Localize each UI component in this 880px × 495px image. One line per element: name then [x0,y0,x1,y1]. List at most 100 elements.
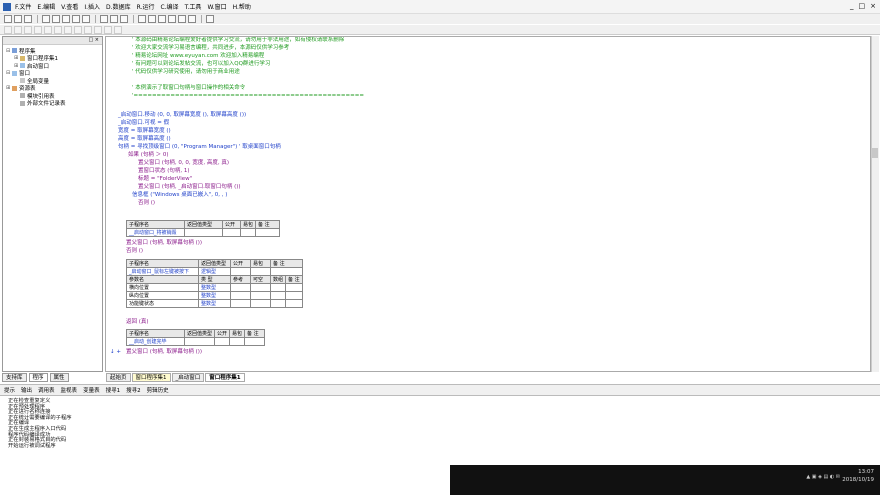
tab-start-window[interactable]: _启动窗口 [171,373,205,382]
debug-icon[interactable] [206,15,214,23]
tree-item-window-assembly[interactable]: ⊞ 窗口程序集1 [6,55,102,62]
table-cell[interactable]: 整数型 [198,299,231,308]
hspace-icon[interactable] [94,25,102,34]
table-cell[interactable] [269,291,287,300]
table-cell[interactable] [269,283,287,292]
table-cell[interactable] [250,267,271,276]
tab-window-assembly-active[interactable]: 窗口程序集1 [205,373,245,382]
tree-item-external-files[interactable]: 外部文件记录表 [6,100,102,107]
tray-icons[interactable]: ▲ ▣ ◈ ▤ ◐ ✉ [806,474,840,480]
tab-program[interactable]: 程序 [28,373,48,382]
align-right-icon[interactable] [24,25,32,34]
grid-icon[interactable] [120,15,128,23]
table-cell[interactable] [250,283,271,292]
save-icon[interactable] [24,15,32,23]
tab-search2[interactable]: 搜寻2 [126,386,141,394]
vspace-icon[interactable] [104,25,112,34]
table-cell[interactable] [214,337,231,346]
align-top-icon[interactable] [34,25,42,34]
tab-start-page[interactable]: 起始页 [106,373,131,382]
paste-icon[interactable] [62,15,70,23]
table-cell[interactable] [229,337,246,346]
table-cell[interactable] [222,228,241,237]
menu-help[interactable]: H.帮助 [233,2,251,11]
clock[interactable]: 13:07 2018/10/19 [842,468,874,484]
tab-properties[interactable]: 属性 [49,373,69,382]
table-cell[interactable] [184,228,223,237]
table-cell[interactable] [230,299,251,308]
cut-icon[interactable] [42,15,50,23]
tab-hint[interactable]: 提示 [4,386,15,394]
menu-view[interactable]: V.查看 [61,2,78,11]
table-cell[interactable] [269,299,287,308]
table-cell[interactable]: 横向位置 [126,283,199,292]
table-cell[interactable]: 功能键状态 [126,299,199,308]
panel-header[interactable]: □ × [3,37,102,45]
minimize-button[interactable]: _ [850,2,854,10]
run-icon[interactable] [138,15,146,23]
table-cell[interactable] [183,337,216,346]
maximize-button[interactable]: □ [859,2,866,10]
align-center-icon[interactable] [14,25,22,34]
table-cell[interactable]: __启动窗口_将被销毁 [126,228,185,237]
table-cell[interactable] [285,283,303,292]
tab-window-assembly[interactable]: 窗口程序集1 [131,373,171,382]
tab-watch[interactable]: 监视表 [61,386,78,394]
redo-icon[interactable] [82,15,90,23]
center-icon[interactable] [114,25,122,34]
table-cell[interactable]: 纵向位置 [126,291,199,300]
menu-edit[interactable]: E.编辑 [37,2,55,11]
same-width-icon[interactable] [64,25,72,34]
panel-icon[interactable] [110,15,118,23]
same-size-icon[interactable] [84,25,92,34]
step-over-icon[interactable] [168,15,176,23]
open-file-icon[interactable] [14,15,22,23]
table-cell[interactable]: __启动_创建完毕 [126,337,185,346]
close-button[interactable]: × [870,2,876,10]
menu-database[interactable]: D.数据库 [106,2,131,11]
tab-variables[interactable]: 变量表 [83,386,100,394]
menu-run[interactable]: R.运行 [137,2,155,11]
table-cell[interactable] [250,299,271,308]
menu-insert[interactable]: I.插入 [84,2,100,11]
scrollbar-thumb[interactable] [872,148,878,158]
menu-file[interactable]: F.文件 [15,2,31,11]
code-editor[interactable]: ' 本源码由精易论坛编程爱好者提供学习交流，请勿用于非法用途，如有侵权请联系删除… [105,36,871,372]
tab-output[interactable]: 输出 [21,386,32,394]
menu-compile[interactable]: C.编译 [160,2,178,11]
align-middle-icon[interactable] [44,25,52,34]
align-bottom-icon[interactable] [54,25,62,34]
table-cell[interactable] [285,299,303,308]
table-cell[interactable] [250,291,271,300]
copy-icon[interactable] [52,15,60,23]
stop-icon[interactable] [148,15,156,23]
table-cell[interactable] [255,228,281,237]
new-file-icon[interactable] [4,15,12,23]
step-out-icon[interactable] [178,15,186,23]
table-cell[interactable]: 整数型 [198,291,231,300]
table-cell[interactable] [230,291,251,300]
table-cell[interactable] [230,267,251,276]
table-cell[interactable] [285,291,303,300]
vertical-scrollbar[interactable] [871,36,879,372]
tab-call-stack[interactable]: 调用表 [38,386,55,394]
tree-item-window[interactable]: ⊟ 窗口 [6,70,102,77]
step-into-icon[interactable] [158,15,166,23]
tab-support-library[interactable]: 支持库 [2,373,27,382]
align-left-icon[interactable] [4,25,12,34]
tab-clip-history[interactable]: 剪辑历史 [147,386,169,394]
table-cell[interactable] [239,228,257,237]
layout-icon[interactable] [100,15,108,23]
undo-icon[interactable] [72,15,80,23]
menu-tools[interactable]: T.工具 [185,2,202,11]
menu-window[interactable]: W.窗口 [207,2,226,11]
table-cell[interactable]: 逻辑型 [198,267,231,276]
table-cell[interactable]: _启动窗口_鼠标左键被按下 [126,267,199,276]
same-height-icon[interactable] [74,25,82,34]
table-cell[interactable] [230,283,251,292]
table-cell[interactable]: 整数型 [198,283,231,292]
tab-search1[interactable]: 搜寻1 [106,386,121,394]
table-cell[interactable] [270,267,303,276]
table-cell[interactable] [244,337,266,346]
breakpoint-icon[interactable] [188,15,196,23]
